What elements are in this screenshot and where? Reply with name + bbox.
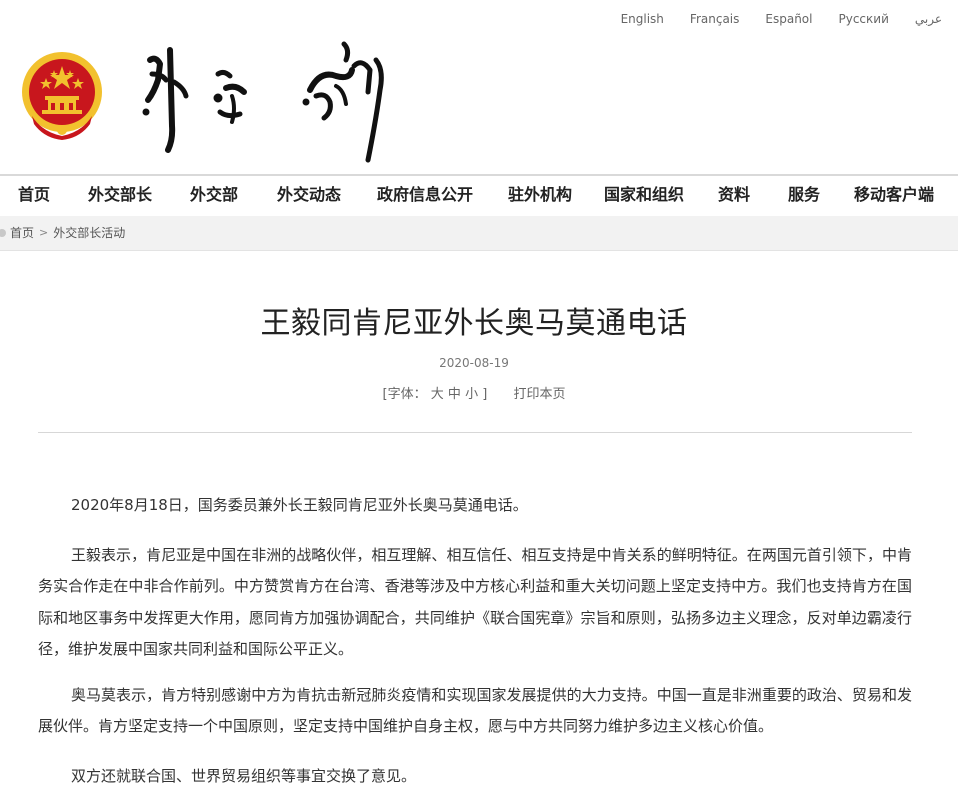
site-header: English Français Español Русский عربي	[0, 0, 958, 176]
print-page-link[interactable]: 打印本页	[513, 387, 565, 402]
lang-spanish-link[interactable]: Español	[765, 10, 812, 28]
article-paragraph: 王毅表示，肯尼亚是中国在非洲的战略伙伴，相互理解、相互信任、相互支持是中肯关系的…	[38, 545, 912, 659]
breadcrumb-section-link[interactable]: 外交部长活动	[53, 224, 125, 241]
font-size-small-button[interactable]: 小	[465, 387, 478, 402]
nav-item-diplomatic-news[interactable]: 外交动态	[277, 176, 341, 214]
font-size-label: [字体：	[382, 387, 427, 402]
article-paragraph: 双方还就联合国、世界贸易组织等事宜交换了意见。	[71, 766, 417, 785]
article-divider	[38, 432, 912, 433]
nav-item-foreign-minister[interactable]: 外交部长	[88, 176, 152, 214]
lang-french-link[interactable]: Français	[690, 10, 739, 28]
language-bar: English Français Español Русский عربي	[595, 10, 942, 28]
ministry-calligraphy-logo	[142, 41, 384, 163]
article-paragraph: 奥马莫表示，肯方特别感谢中方为肯抗击新冠肺炎疫情和实现国家发展提供的大力支持。中…	[38, 685, 912, 736]
nav-item-home[interactable]: 首页	[18, 176, 50, 214]
font-size-large-button[interactable]: 大	[431, 387, 444, 402]
nav-item-resources[interactable]: 资料	[718, 176, 750, 214]
breadcrumb-home-link[interactable]: 首页	[10, 224, 34, 241]
article-body: 2020年8月18日，国务委员兼外长王毅同肯尼亚外长奥马莫通电话。 王毅表示，肯…	[38, 490, 912, 810]
nav-item-countries[interactable]: 国家和组织	[604, 176, 684, 214]
font-size-medium-button[interactable]: 中	[448, 387, 461, 402]
nav-item-mobile-app[interactable]: 移动客户端	[854, 176, 934, 214]
breadcrumb-separator: >	[39, 226, 49, 239]
nav-item-missions[interactable]: 驻外机构	[508, 176, 572, 214]
font-size-switcher: [字体： 大 中 小 ]	[383, 383, 488, 402]
lang-arabic-link[interactable]: عربي	[915, 10, 942, 28]
national-emblem-logo[interactable]	[20, 50, 104, 142]
article-date: 2020-08-19	[439, 356, 509, 370]
nav-item-gov-info[interactable]: 政府信息公开	[377, 176, 473, 214]
breadcrumb-bar: 首页 > 外交部长活动	[0, 216, 958, 251]
lang-english-link[interactable]: English	[621, 10, 664, 28]
nav-item-services[interactable]: 服务	[788, 176, 820, 214]
article-title: 王毅同肯尼亚外长奥马莫通电话	[260, 306, 688, 341]
lang-russian-link[interactable]: Русский	[838, 10, 888, 28]
font-size-label-close: ]	[482, 387, 488, 402]
main-nav: 首页 外交部长 外交部 外交动态 政府信息公开 驻外机构 国家和组织 资料 服务…	[0, 176, 958, 216]
breadcrumb: 首页 > 外交部长活动	[0, 224, 125, 241]
article-tools: [字体： 大 中 小 ] 打印本页	[0, 383, 948, 402]
home-icon	[0, 228, 6, 237]
article-paragraph: 2020年8月18日，国务委员兼外长王毅同肯尼亚外长奥马莫通电话。	[71, 496, 528, 514]
nav-item-ministry[interactable]: 外交部	[190, 176, 238, 214]
